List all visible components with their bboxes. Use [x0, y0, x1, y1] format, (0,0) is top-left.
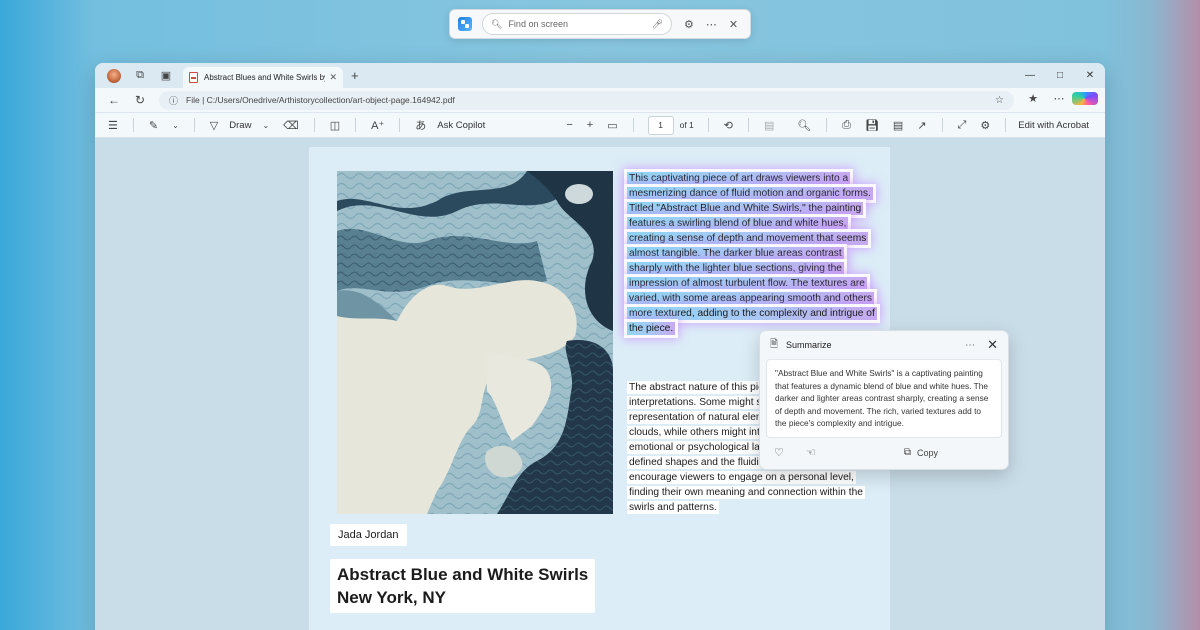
copilot-icon: [1072, 92, 1098, 105]
read-aloud-icon[interactable]: A⁺: [364, 119, 391, 132]
summarize-title: Summarize: [786, 340, 832, 350]
eraser-icon[interactable]: ⌫: [276, 119, 306, 132]
thumbs-down-icon[interactable]: ♡: [774, 446, 784, 459]
profile-avatar[interactable]: [107, 68, 121, 83]
address-bar-row: ← ↻ ⓘ File | C:/Users/Onedrive/Arthistor…: [95, 88, 1105, 112]
browser-window: ⧉ ▣ Abstract Blues and White Swirls by J…: [95, 63, 1105, 630]
author-name: Jada Jordan: [330, 524, 407, 546]
workspaces-icon[interactable]: ⧉: [127, 69, 153, 82]
save-as-icon[interactable]: ▤: [886, 119, 910, 132]
highlight-icon[interactable]: ✎: [142, 119, 165, 132]
ask-copilot-button[interactable]: Ask Copilot: [433, 120, 489, 131]
gear-icon[interactable]: ⚙︎: [684, 18, 694, 31]
view-icon[interactable]: ◫: [323, 119, 347, 132]
pdf-icon: [189, 72, 198, 83]
thumbs-up-icon[interactable]: ☜: [806, 446, 816, 459]
zoom-out-icon[interactable]: −: [559, 119, 579, 131]
artwork-image: [337, 171, 613, 514]
selected-text: This captivating piece of art draws view…: [627, 172, 877, 335]
close-icon[interactable]: ✕: [729, 18, 738, 31]
new-tab-icon[interactable]: +: [351, 68, 359, 83]
pdf-toolbar: ☰ ✎ ⌄ ▽ Draw ⌄ ⌫ ◫ A⁺ あ Ask Copilot − + …: [95, 112, 1105, 138]
tab-bar: ⧉ ▣ Abstract Blues and White Swirls by J…: [95, 63, 1105, 88]
more-icon[interactable]: ⋯: [706, 18, 717, 31]
summarize-footer: ♡ ☜ ⧉ Copy: [760, 438, 1008, 468]
page-view-icon[interactable]: ▤: [757, 119, 781, 132]
window-controls: — □ ✕: [1015, 70, 1105, 81]
share-icon[interactable]: ↗: [910, 119, 933, 132]
draw-button[interactable]: Draw: [225, 120, 255, 131]
star-icon[interactable]: ☆: [995, 95, 1004, 106]
copy-button[interactable]: ⧉ Copy: [904, 447, 938, 458]
close-icon[interactable]: ✕: [987, 337, 998, 353]
print-icon[interactable]: ⎙: [835, 119, 858, 132]
artwork-title: Abstract Blue and White Swirls New York,…: [330, 559, 596, 613]
search-icon: 🔍︎: [491, 18, 503, 29]
chevron-down-icon[interactable]: ⌄: [255, 121, 276, 130]
more-icon[interactable]: ⋯: [1046, 92, 1072, 108]
tab-title: Abstract Blues and White Swirls by J: [204, 73, 326, 82]
tab-actions-icon[interactable]: ▣: [153, 69, 179, 82]
summarize-header: 🗎︎ Summarize ⋯ ✕: [760, 331, 1008, 359]
fit-page-icon[interactable]: ▭: [600, 119, 624, 132]
zoom-in-icon[interactable]: +: [580, 119, 600, 131]
translate-icon[interactable]: あ: [408, 117, 433, 133]
highlighted-paragraph[interactable]: This captivating piece of art draws view…: [627, 171, 877, 336]
expand-icon[interactable]: ⤢: [951, 119, 974, 132]
back-icon[interactable]: ←: [101, 93, 127, 107]
copy-label: Copy: [916, 447, 938, 458]
close-window-icon[interactable]: ✕: [1075, 70, 1105, 81]
maximize-icon[interactable]: □: [1045, 70, 1075, 81]
minimize-icon[interactable]: —: [1015, 70, 1045, 81]
url-text: File | C:/Users/Onedrive/Arthistorycolle…: [186, 95, 455, 105]
page-number-input[interactable]: 1: [647, 115, 674, 135]
address-bar[interactable]: ⓘ File | C:/Users/Onedrive/Arthistorycol…: [159, 90, 1014, 110]
app-icon: [458, 17, 472, 31]
contents-icon[interactable]: ☰: [101, 119, 125, 132]
copilot-button[interactable]: [1072, 92, 1098, 108]
favorites-icon[interactable]: ★: [1020, 92, 1046, 108]
pdf-viewer[interactable]: This captivating piece of art draws view…: [95, 138, 1105, 630]
search-icon[interactable]: 🔍︎: [790, 119, 818, 132]
settings-icon[interactable]: ⚙︎: [973, 119, 997, 132]
location-line: New York, NY: [337, 588, 446, 607]
summary-text: "Abstract Blue and White Swirls" is a ca…: [766, 359, 1002, 438]
page-total: of 1: [679, 120, 694, 130]
document-icon: 🗎︎: [770, 338, 779, 350]
save-icon[interactable]: 💾︎: [858, 119, 886, 132]
pen-icon[interactable]: ▽: [203, 119, 225, 132]
title-line: Abstract Blue and White Swirls: [337, 565, 589, 584]
mic-icon[interactable]: 🎤︎: [652, 19, 663, 30]
info-icon[interactable]: ⓘ: [169, 94, 178, 107]
rotate-icon[interactable]: ⟲: [717, 119, 740, 132]
more-icon[interactable]: ⋯: [965, 340, 975, 351]
tab-pdf[interactable]: Abstract Blues and White Swirls by J ✕: [183, 67, 343, 88]
find-on-screen-bar: 🔍︎ Find on screen 🎤︎ ⚙︎ ⋯ ✕: [449, 9, 751, 39]
find-placeholder: Find on screen: [508, 19, 568, 29]
edit-with-acrobat-button[interactable]: Edit with Acrobat: [1014, 120, 1093, 131]
find-input[interactable]: 🔍︎ Find on screen 🎤︎: [482, 13, 672, 35]
summarize-popup: 🗎︎ Summarize ⋯ ✕ "Abstract Blue and Whit…: [759, 330, 1009, 470]
copy-icon: ⧉: [903, 447, 911, 458]
close-tab-icon[interactable]: ✕: [329, 72, 337, 83]
refresh-icon[interactable]: ↻: [127, 93, 153, 107]
chevron-down-icon[interactable]: ⌄: [165, 121, 186, 130]
